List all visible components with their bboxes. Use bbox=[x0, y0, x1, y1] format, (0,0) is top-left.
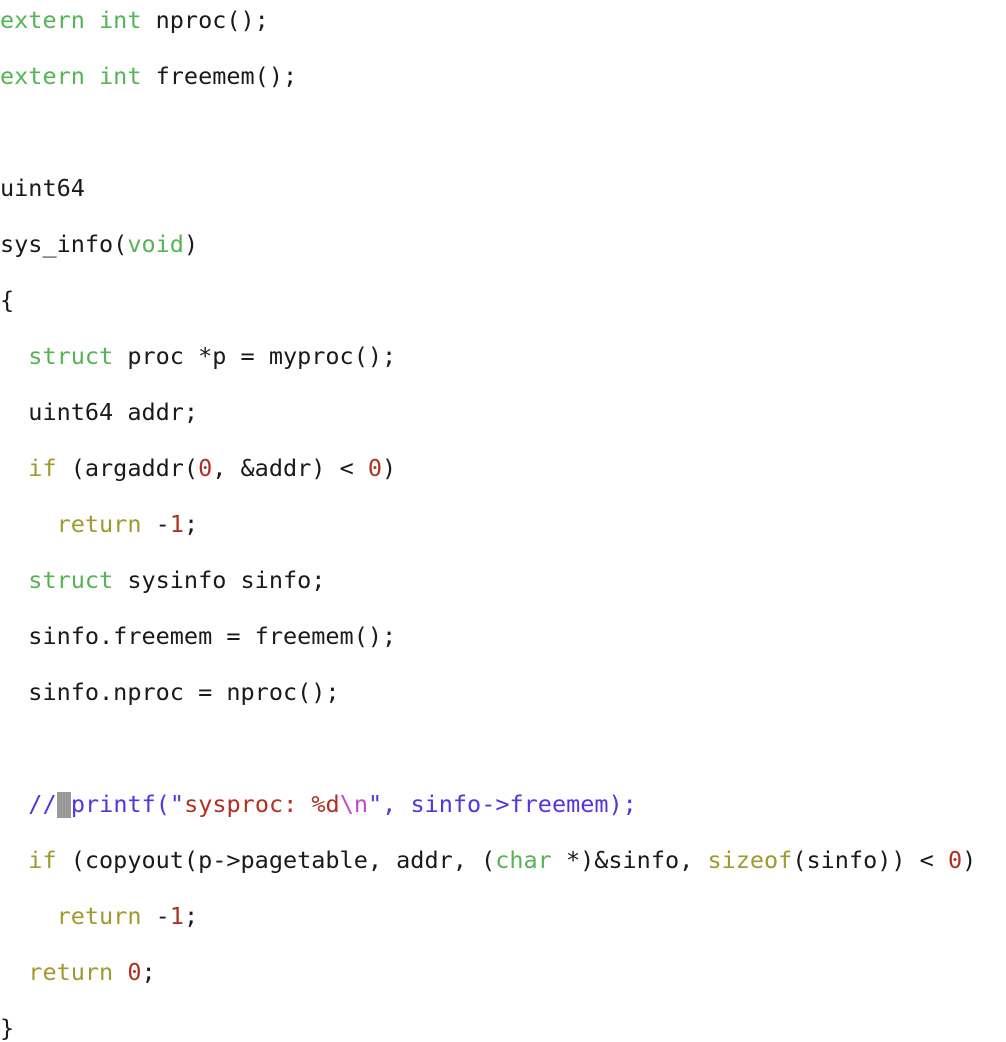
code-token-type: void bbox=[127, 230, 184, 258]
code-token-plain: *)&sinfo, bbox=[551, 846, 708, 874]
code-line[interactable]: extern int freemem(); bbox=[0, 62, 1006, 90]
code-token-plain: ) bbox=[962, 846, 977, 874]
code-line[interactable]: if (argaddr(0, &addr) < 0) bbox=[0, 454, 1006, 482]
code-line[interactable]: return -1; bbox=[0, 902, 1006, 930]
code-token-kw: return bbox=[56, 902, 142, 930]
code-token-num: 0 bbox=[367, 454, 383, 482]
code-token-plain: freemem(); bbox=[141, 62, 298, 90]
code-line[interactable]: struct sysinfo sinfo; bbox=[0, 566, 1006, 594]
code-line[interactable]: { bbox=[0, 286, 1006, 314]
code-token-kw: if bbox=[28, 846, 57, 874]
code-token-plain: ; bbox=[183, 902, 199, 930]
code-token-type: extern int bbox=[0, 6, 142, 34]
code-token-escape: \n bbox=[339, 790, 369, 818]
code-line[interactable] bbox=[0, 734, 1006, 762]
code-token-plain: } bbox=[0, 1014, 15, 1042]
code-token-comment: // bbox=[28, 790, 57, 818]
code-token-plain: , &addr) < bbox=[212, 454, 368, 482]
code-token-comment: ", sinfo->freemem); bbox=[368, 790, 637, 818]
code-token-num: 0 bbox=[198, 454, 213, 482]
code-token-num: 0 bbox=[127, 958, 142, 986]
code-token-plain: (argaddr( bbox=[56, 454, 199, 482]
code-line[interactable]: } bbox=[0, 1014, 1006, 1042]
code-token-plain: (sinfo)) < bbox=[792, 846, 948, 874]
code-token-plain: - bbox=[141, 902, 170, 930]
code-line[interactable] bbox=[0, 118, 1006, 146]
code-line[interactable]: sinfo.nproc = nproc(); bbox=[0, 678, 1006, 706]
code-token-plain: uint64 addr; bbox=[0, 398, 199, 426]
code-token-num: 0 bbox=[947, 846, 963, 874]
code-token-plain: uint64 bbox=[0, 174, 85, 202]
code-token-plain: proc *p = myproc(); bbox=[113, 342, 397, 370]
code-token-plain: ) bbox=[382, 454, 397, 482]
code-token-type: struct bbox=[28, 342, 114, 370]
code-line[interactable]: uint64 addr; bbox=[0, 398, 1006, 426]
code-editor-viewport[interactable]: extern int nproc(); extern int freemem()… bbox=[0, 0, 1006, 1042]
code-token-plain: sysinfo sinfo; bbox=[113, 566, 326, 594]
code-token-type: struct bbox=[28, 566, 114, 594]
code-token-plain: sinfo.freemem = freemem(); bbox=[0, 622, 397, 650]
code-token-plain: { bbox=[0, 286, 15, 314]
code-token-type: char bbox=[495, 846, 552, 874]
code-token-comment: printf(" bbox=[70, 790, 185, 818]
code-line[interactable]: struct proc *p = myproc(); bbox=[0, 342, 1006, 370]
code-token-plain: ) bbox=[183, 230, 199, 258]
code-token-plain: (copyout(p->pagetable, addr, ( bbox=[56, 846, 496, 874]
code-token-kw: return bbox=[28, 958, 114, 986]
code-line[interactable]: sinfo.freemem = freemem(); bbox=[0, 622, 1006, 650]
code-token-string: sysproc: %d bbox=[184, 790, 340, 818]
source-code-block[interactable]: extern int nproc(); extern int freemem()… bbox=[0, 0, 1006, 1042]
code-token-plain: sinfo.nproc = nproc(); bbox=[0, 678, 340, 706]
code-line[interactable]: extern int nproc(); bbox=[0, 6, 1006, 34]
code-token-plain: ; bbox=[141, 958, 156, 986]
code-token-num: 1 bbox=[169, 902, 184, 930]
code-line[interactable]: // printf("sysproc: %d\n", sinfo->freemem… bbox=[0, 790, 1006, 818]
code-line[interactable]: if (copyout(p->pagetable, addr, (char *)… bbox=[0, 846, 1006, 874]
code-token-plain: nproc(); bbox=[141, 6, 269, 34]
code-line[interactable]: uint64 bbox=[0, 174, 1006, 202]
code-token-kw: sizeof bbox=[707, 846, 793, 874]
code-line[interactable]: sys_info(void) bbox=[0, 230, 1006, 258]
text-cursor-block bbox=[56, 792, 71, 818]
code-token-type: extern int bbox=[0, 62, 142, 90]
code-token-kw: if bbox=[28, 454, 57, 482]
code-token-plain: sys_info( bbox=[0, 230, 128, 258]
code-line[interactable]: return 0; bbox=[0, 958, 1006, 986]
